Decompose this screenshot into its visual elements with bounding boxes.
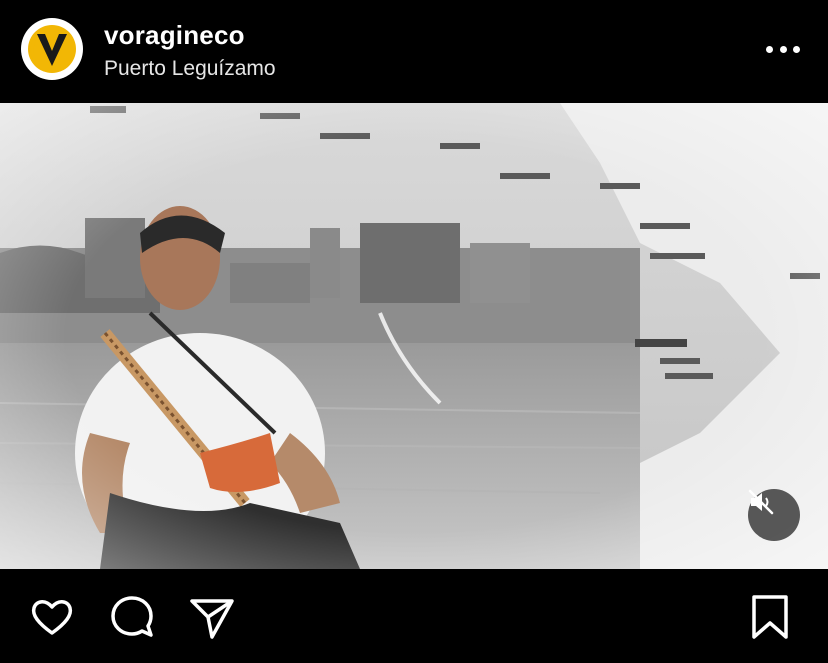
avatar[interactable] bbox=[21, 18, 83, 80]
more-dot bbox=[793, 45, 800, 53]
mute-button[interactable] bbox=[748, 489, 800, 541]
post-video[interactable] bbox=[0, 103, 828, 569]
comment-icon[interactable] bbox=[108, 593, 156, 641]
username[interactable]: voragineco bbox=[104, 20, 245, 51]
bookmark-icon[interactable] bbox=[746, 593, 794, 641]
muted-speaker-icon bbox=[748, 489, 774, 515]
location[interactable]: Puerto Leguízamo bbox=[104, 57, 276, 81]
action-bar bbox=[0, 569, 828, 663]
paper-plane-icon[interactable] bbox=[188, 593, 236, 641]
more-dot bbox=[766, 45, 773, 53]
video-frame bbox=[0, 103, 828, 569]
heart-icon[interactable] bbox=[28, 593, 76, 641]
post-header: voragineco Puerto Leguízamo bbox=[0, 0, 828, 103]
more-dot bbox=[779, 45, 787, 53]
more-icon[interactable] bbox=[766, 38, 800, 60]
voragine-logo-icon bbox=[22, 19, 82, 79]
